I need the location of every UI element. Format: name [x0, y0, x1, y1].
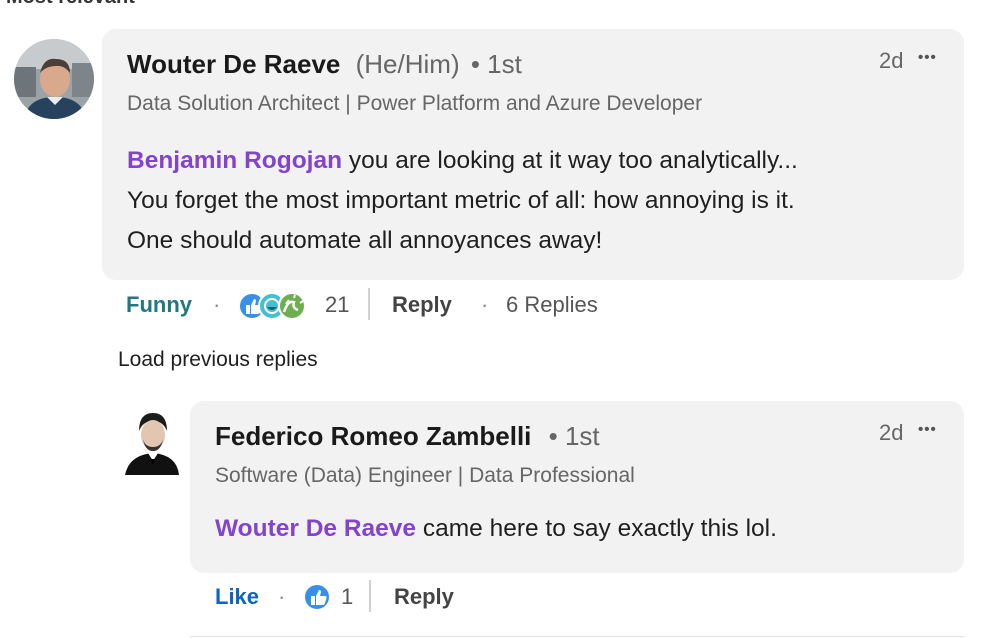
- reply-text-part: came here to say exactly this lol.: [416, 515, 777, 542]
- mention-link[interactable]: Benjamin Rogojan: [127, 147, 342, 174]
- celebrate-icon: [278, 292, 306, 320]
- comment-text-line-2: You forget the most important metric of …: [127, 187, 795, 214]
- comment-author-pronouns: (He/Him): [355, 49, 460, 79]
- connection-degree: • 1st: [548, 421, 600, 451]
- bottom-divider: [190, 636, 964, 637]
- separator-dot: ·: [481, 292, 489, 317]
- comment-timestamp: 2d: [879, 48, 904, 73]
- person-photo-icon: [14, 39, 94, 119]
- comment-text-line-1: Benjamin Rogojan you are looking at it w…: [127, 141, 798, 181]
- divider: [369, 580, 371, 612]
- load-previous-replies-link[interactable]: Load previous replies: [118, 348, 318, 372]
- reaction-count[interactable]: 21: [325, 292, 349, 318]
- comment-author-name[interactable]: Wouter De Raeve: [127, 49, 340, 79]
- comment-author-line: Wouter De Raeve (He/Him) • 1st: [127, 49, 522, 80]
- reply-timestamp: 2d: [879, 420, 904, 445]
- replies-count-link[interactable]: 6 Replies: [506, 292, 598, 318]
- connection-degree: • 1st: [470, 49, 522, 79]
- more-options-icon[interactable]: •••: [918, 49, 937, 66]
- comment-author-headline: Data Solution Architect | Power Platform…: [127, 92, 703, 115]
- more-options-icon[interactable]: •••: [918, 421, 937, 438]
- comment-text-line-3: One should automate all annoyances away!: [127, 227, 603, 254]
- reply-author-name[interactable]: Federico Romeo Zambelli: [215, 421, 531, 451]
- separator-dot: ·: [213, 292, 221, 317]
- like-button[interactable]: Like: [215, 584, 259, 610]
- divider: [368, 288, 370, 320]
- reply-author-line: Federico Romeo Zambelli • 1st: [215, 421, 600, 452]
- avatar[interactable]: [121, 409, 183, 475]
- person-photo-icon: [121, 409, 183, 475]
- reply-text: Wouter De Raeve came here to say exactly…: [215, 512, 777, 546]
- reaction-icons[interactable]: [238, 290, 318, 322]
- comment-text: Benjamin Rogojan you are looking at it w…: [127, 141, 798, 261]
- reaction-count[interactable]: 1: [341, 584, 353, 610]
- avatar[interactable]: [14, 39, 94, 119]
- like-icon: [303, 583, 331, 611]
- section-header: Most relevant: [6, 0, 135, 9]
- reply-button[interactable]: Reply: [394, 584, 454, 610]
- comment-text-part: you are looking at it way too analytical…: [342, 147, 798, 174]
- reply-author-headline: Software (Data) Engineer | Data Professi…: [215, 464, 635, 487]
- reaction-button[interactable]: Funny: [126, 292, 192, 318]
- separator-dot: ·: [278, 584, 286, 609]
- mention-link[interactable]: Wouter De Raeve: [215, 515, 416, 542]
- reply-button[interactable]: Reply: [392, 292, 452, 318]
- reaction-icons[interactable]: [302, 582, 332, 612]
